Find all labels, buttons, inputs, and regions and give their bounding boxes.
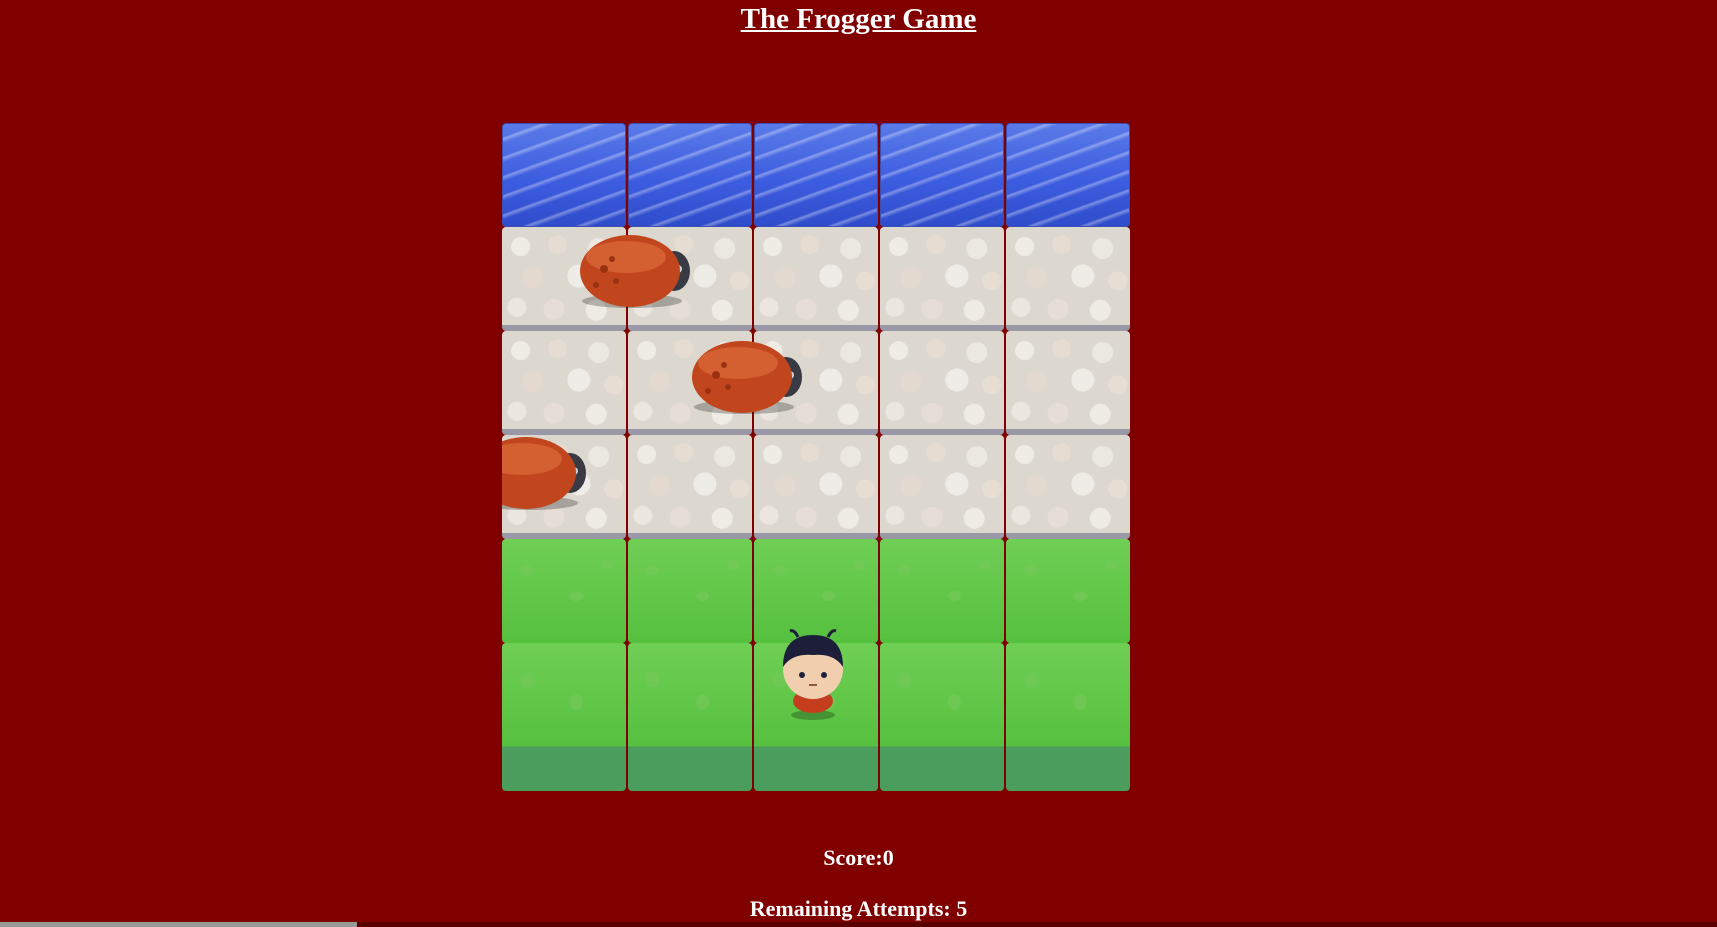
stone-tile [628,435,752,539]
water-tile [502,123,626,227]
grass-tile [628,539,752,643]
stone-tile [880,435,1004,539]
enemy-bug [502,437,586,510]
grass-tile [502,539,626,643]
game-page: The Frogger Game Score:0 Remaining Attem… [0,0,1717,927]
horizontal-scrollbar[interactable] [0,922,1717,927]
game-title: The Frogger Game [740,3,977,35]
grass-tile [1006,539,1130,643]
stone-tile [1006,331,1130,435]
grass-tile [880,539,1004,643]
grass-tile [880,643,1004,791]
stone-tile [754,435,878,539]
score-display: Score:0 [823,845,894,870]
game-board[interactable] [502,123,1132,793]
stone-tile [880,331,1004,435]
scrollbar-thumb[interactable] [0,922,357,927]
stone-tile [502,331,626,435]
enemy-bug [692,341,802,414]
water-tile [754,123,878,227]
grass-tile [502,643,626,791]
water-tile [1006,123,1130,227]
water-tile [628,123,752,227]
stone-tile [880,227,1004,331]
grass-tile [1006,643,1130,791]
enemy-bug [580,235,690,308]
stone-tile [1006,227,1130,331]
stone-tile [1006,435,1130,539]
player-character [783,629,843,720]
grass-tile [628,643,752,791]
stone-tile [754,227,878,331]
remaining-attempts-display: Remaining Attempts: 5 [749,896,968,921]
water-tile [880,123,1004,227]
